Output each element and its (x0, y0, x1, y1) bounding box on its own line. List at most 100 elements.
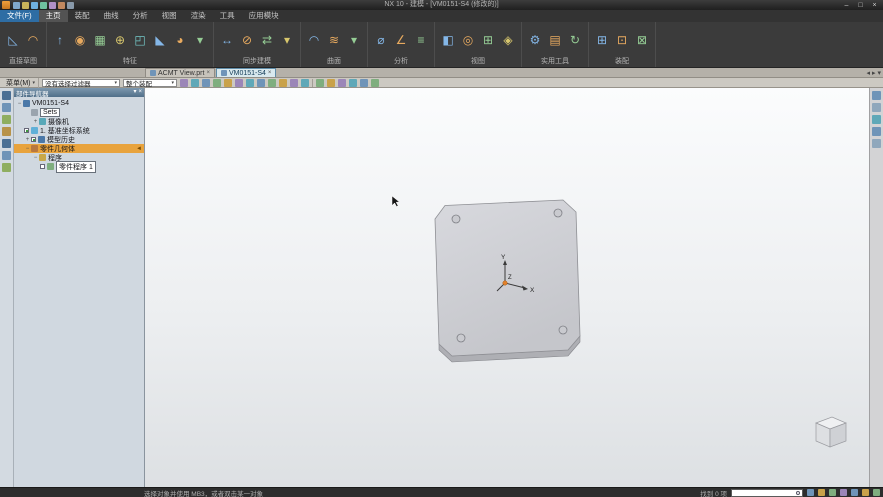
shell-icon[interactable]: ◰ (130, 27, 150, 53)
snap-midpoint-icon[interactable] (202, 78, 211, 87)
sketch-icon[interactable]: ◺ (3, 27, 23, 53)
tree-row-sets[interactable]: Sets (14, 108, 144, 117)
touch-mode-icon[interactable] (829, 489, 836, 496)
tab-home[interactable]: 主页 (38, 10, 68, 22)
ribbon-group-label[interactable]: 分析 (371, 56, 431, 67)
hole[interactable] (558, 325, 568, 335)
checkbox[interactable] (40, 164, 45, 169)
pattern-feature-icon[interactable]: ▦ (90, 27, 110, 53)
measure-distance-icon[interactable]: ⌀ (371, 27, 391, 53)
search-icon[interactable] (796, 490, 800, 495)
rotate-orbit-icon[interactable] (872, 127, 881, 136)
snap-quadrant-icon[interactable] (246, 78, 255, 87)
expander-icon[interactable]: − (24, 146, 31, 152)
menu-button[interactable]: 菜单(M) ▾ (3, 77, 40, 88)
zoom-icon[interactable] (349, 78, 358, 87)
snap-screen-position-icon[interactable] (301, 78, 310, 87)
pan-icon[interactable] (360, 78, 369, 87)
display-mode-icon[interactable] (862, 489, 869, 496)
command-finder[interactable] (731, 488, 803, 497)
snap-point-on-curve-icon[interactable] (268, 78, 277, 87)
view-cube[interactable] (815, 416, 847, 448)
expander-icon[interactable]: − (16, 101, 23, 107)
maximize-button[interactable]: □ (854, 1, 867, 10)
assembly-navigator-icon[interactable] (2, 91, 11, 100)
snap-existing-point-icon[interactable] (257, 78, 266, 87)
unite-icon[interactable]: ⊕ (110, 27, 130, 53)
synchronous-more-icon[interactable]: ▾ (277, 27, 297, 53)
replace-face-icon[interactable]: ⇄ (257, 27, 277, 53)
settings-icon[interactable]: ⚙ (525, 27, 545, 53)
tab-application[interactable]: 应用模块 (242, 10, 286, 22)
edge-blend-icon[interactable]: ◕ (170, 27, 190, 53)
tab-scroll-right-icon[interactable]: ▸ (872, 69, 876, 77)
update-icon[interactable]: ↻ (565, 27, 585, 53)
save-icon[interactable] (31, 1, 38, 9)
hole[interactable] (456, 333, 466, 343)
snap-control-point-icon[interactable] (213, 78, 222, 87)
ribbon-group-label[interactable]: 特征 (50, 56, 210, 67)
constraint-navigator-icon[interactable] (2, 103, 11, 112)
through-curves-icon[interactable]: ≋ (324, 27, 344, 53)
add-component-icon[interactable]: ⊞ (592, 27, 612, 53)
move-component-icon[interactable]: ⊠ (632, 27, 652, 53)
new-file-icon[interactable] (13, 1, 20, 9)
window-icon[interactable]: ◧ (438, 27, 458, 53)
ribbon-group-label[interactable]: 直接草图 (3, 56, 43, 67)
tree-row-part-geometry-selected[interactable]: − 零件几何体 ◄ (14, 144, 144, 153)
snap-grid-icon[interactable] (290, 78, 299, 87)
hole-icon[interactable]: ◉ (70, 27, 90, 53)
expander-icon[interactable]: + (32, 119, 39, 125)
redo-icon[interactable] (49, 1, 56, 9)
hole[interactable] (553, 208, 563, 218)
rotate-view-icon[interactable] (371, 78, 380, 87)
ribbon-group-label[interactable]: 视图 (438, 56, 518, 67)
tab-list-icon[interactable]: ▾ (877, 69, 881, 77)
expander-icon[interactable]: − (32, 155, 39, 161)
tree-row-root[interactable]: − VM0151-S4 (14, 99, 144, 108)
close-button[interactable]: × (868, 1, 881, 10)
assembly-constraints-icon[interactable]: ⊡ (612, 27, 632, 53)
cut-icon[interactable] (58, 1, 65, 9)
grid-icon[interactable] (840, 489, 847, 496)
perspective-icon[interactable] (872, 139, 881, 148)
pan-view-icon[interactable] (872, 115, 881, 124)
sketch-curve-icon[interactable]: ◠ (23, 27, 43, 53)
ribbon-group-label[interactable]: 装配 (592, 56, 652, 67)
surface-more-icon[interactable]: ▾ (344, 27, 364, 53)
tab-view[interactable]: 视图 (155, 10, 184, 22)
snap-intersection-icon[interactable] (224, 78, 233, 87)
show-hide-toggle-icon[interactable] (316, 78, 325, 87)
tab-tools[interactable]: 工具 (213, 10, 242, 22)
alerts-icon[interactable] (807, 489, 814, 496)
snap-arc-center-icon[interactable] (235, 78, 244, 87)
snap-point-on-surface-icon[interactable] (279, 78, 288, 87)
immediate-hide-icon[interactable] (327, 78, 336, 87)
geometric-properties-icon[interactable]: ≡ (411, 27, 431, 53)
part-navigator-icon[interactable] (2, 115, 11, 124)
command-finder-input[interactable] (734, 489, 794, 496)
render-style-icon[interactable]: ◈ (498, 27, 518, 53)
tab-curve[interactable]: 曲线 (97, 10, 126, 22)
undo-icon[interactable] (40, 1, 47, 9)
tab-file[interactable]: 文件(F) (0, 10, 39, 22)
close-icon[interactable]: × (206, 70, 210, 76)
measure-angle-icon[interactable]: ∠ (391, 27, 411, 53)
layout-icon[interactable]: ⊞ (478, 27, 498, 53)
tab-analysis[interactable]: 分析 (126, 10, 155, 22)
zoom-in-out-icon[interactable] (872, 103, 881, 112)
move-face-icon[interactable]: ↔ (217, 27, 237, 53)
expander-icon[interactable]: + (24, 137, 31, 143)
ruled-surface-icon[interactable]: ◠ (304, 27, 324, 53)
layers-icon[interactable] (851, 489, 858, 496)
doc-tab-active[interactable]: VM0151-S4 × (215, 68, 277, 77)
show-hide-icon[interactable]: ◎ (458, 27, 478, 53)
reuse-library-icon[interactable] (2, 127, 11, 136)
snap-endpoint-icon[interactable] (191, 78, 200, 87)
graphics-window[interactable]: Y X Z (145, 88, 869, 487)
ribbon-group-label[interactable]: 同步建模 (217, 56, 297, 67)
panel-menu-icon[interactable]: ▾ (133, 88, 136, 97)
information-icon[interactable] (818, 489, 825, 496)
part-3d-model[interactable] (434, 199, 581, 363)
tab-render[interactable]: 渲染 (184, 10, 213, 22)
